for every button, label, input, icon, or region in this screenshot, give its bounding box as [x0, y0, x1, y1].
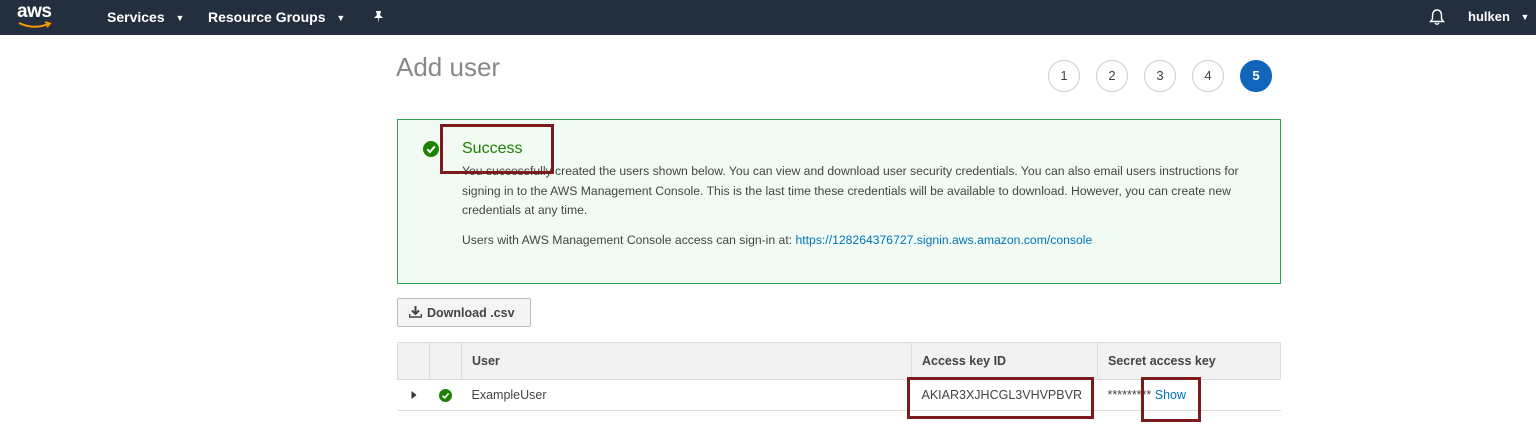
resource-groups-label: Resource Groups	[208, 9, 326, 25]
success-title: Success	[462, 140, 523, 157]
step-4[interactable]: 4	[1192, 60, 1224, 92]
step-2[interactable]: 2	[1096, 60, 1128, 92]
top-navigation-bar: aws Services ▼ Resource Groups ▼ hulken …	[0, 0, 1536, 35]
users-credentials-table: User Access key ID Secret access key Exa…	[397, 342, 1281, 411]
console-signin-link[interactable]: https://128264376727.signin.aws.amazon.c…	[796, 233, 1093, 247]
signin-text: Users with AWS Management Console access…	[462, 233, 793, 247]
chevron-down-icon: ▼	[1520, 12, 1530, 22]
aws-logo-text: aws	[17, 1, 52, 22]
caret-right-icon[interactable]	[410, 390, 418, 400]
signin-info: Users with AWS Management Console access…	[462, 233, 1092, 247]
table-header-row: User Access key ID Secret access key	[397, 342, 1281, 380]
resource-groups-menu[interactable]: Resource Groups ▼	[208, 0, 345, 35]
account-menu[interactable]: hulken ▼	[1468, 0, 1529, 35]
status-column-header	[429, 342, 462, 380]
aws-logo[interactable]: aws	[17, 2, 57, 32]
success-description: You successfully created the users shown…	[462, 164, 1239, 217]
table-row: ExampleUser AKIAR3XJHCGL3VHVPBVR *******…	[397, 379, 1281, 411]
step-5-active[interactable]: 5	[1240, 60, 1272, 92]
secret-key-masked: *********	[1107, 388, 1152, 402]
services-label: Services	[107, 9, 165, 25]
chevron-down-icon: ▼	[175, 13, 185, 23]
row-status	[429, 379, 462, 411]
success-check-icon	[439, 388, 452, 402]
download-csv-button[interactable]: Download .csv	[397, 298, 531, 327]
row-expander[interactable]	[397, 379, 430, 411]
show-secret-key-link[interactable]: Show	[1155, 388, 1186, 402]
user-name-cell: ExampleUser	[461, 379, 912, 411]
page-title: Add user	[396, 52, 501, 82]
bell-icon[interactable]	[1429, 8, 1445, 26]
success-check-icon	[423, 141, 439, 157]
step-1[interactable]: 1	[1048, 60, 1080, 92]
secret-access-key-cell: ********* Show	[1097, 379, 1281, 411]
user-column-header[interactable]: User	[461, 342, 912, 380]
expander-column-header	[397, 342, 430, 380]
download-icon	[409, 306, 422, 318]
download-csv-label: Download .csv	[427, 306, 515, 320]
success-alert: Success You successfully created the use…	[397, 119, 1281, 284]
pin-icon[interactable]	[372, 10, 385, 24]
access-key-id-column-header[interactable]: Access key ID	[911, 342, 1098, 380]
services-menu[interactable]: Services ▼	[107, 0, 184, 35]
secret-access-key-column-header[interactable]: Secret access key	[1097, 342, 1281, 380]
step-3[interactable]: 3	[1144, 60, 1176, 92]
account-name: hulken	[1468, 9, 1510, 24]
aws-smile-icon	[18, 21, 52, 28]
chevron-down-icon: ▼	[336, 13, 346, 23]
access-key-id-cell: AKIAR3XJHCGL3VHVPBVR	[911, 379, 1098, 411]
